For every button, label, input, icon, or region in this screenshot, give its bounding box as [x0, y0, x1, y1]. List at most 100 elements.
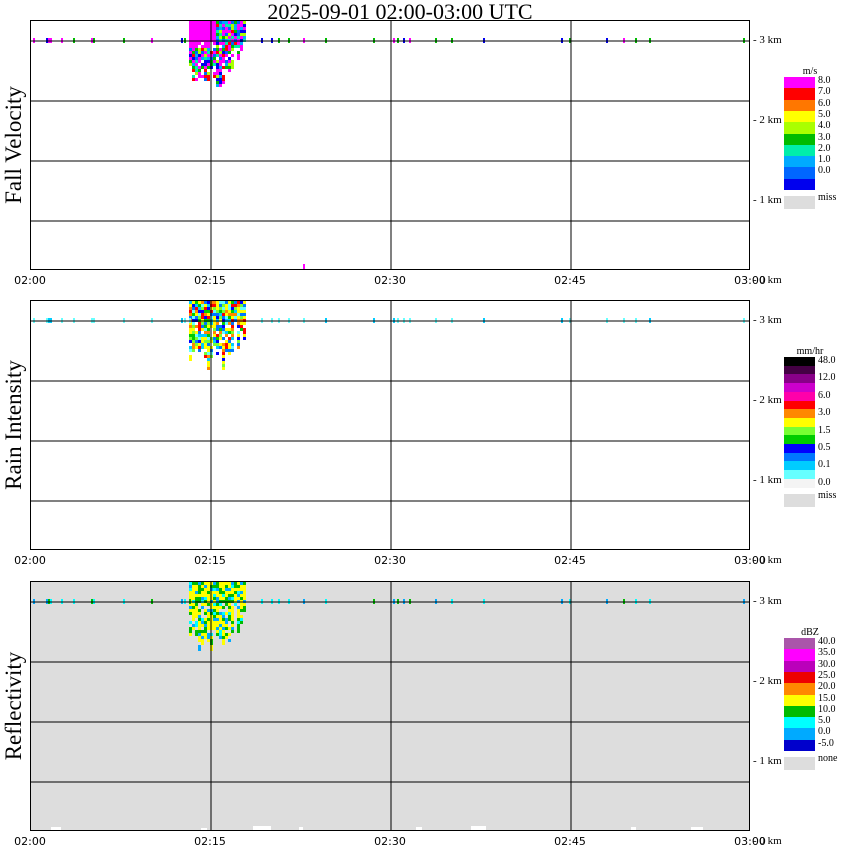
data-cell: [195, 63, 198, 66]
data-cell: [198, 597, 201, 600]
data-cell: [192, 66, 195, 69]
data-cell: [195, 615, 198, 618]
data-cell: [189, 48, 192, 51]
data-cell: [192, 78, 195, 81]
data-cell: [231, 624, 234, 627]
data-cell: [240, 304, 243, 307]
data-cell: [204, 316, 207, 319]
data-cell: [207, 349, 210, 352]
data-cell: [216, 615, 219, 618]
data-cell: [201, 340, 204, 343]
x-tick-label: 02:15: [194, 835, 226, 848]
x-tick-label: 02:15: [194, 274, 226, 287]
data-cell: [228, 352, 231, 355]
data-cell: [213, 21, 216, 24]
data-cell: [234, 21, 237, 24]
data-cell: [231, 331, 234, 334]
data-cell: [222, 349, 225, 352]
y-tick-label: - 2 km: [753, 394, 782, 406]
data-cell: [222, 78, 225, 81]
data-cell: [222, 352, 225, 355]
data-cell: [228, 48, 231, 51]
data-cell: [207, 72, 210, 75]
data-cell: [195, 42, 198, 45]
data-cell: [204, 36, 207, 39]
data-cell: [207, 594, 210, 597]
data-cell: [192, 603, 195, 606]
data-cell: [201, 636, 204, 639]
data-cell: [231, 343, 234, 346]
x-tick-label: 02:45: [554, 274, 586, 287]
x-tick-label: 02:00: [14, 835, 46, 848]
data-cell: [216, 313, 219, 316]
colorbar-label: 6.0: [818, 389, 831, 401]
data-cell: [225, 603, 228, 606]
data-cell: [198, 27, 201, 30]
data-cell: [219, 36, 222, 39]
data-cell: [201, 591, 204, 594]
data-cell: [195, 45, 198, 48]
data-cell: [207, 48, 210, 51]
data-cell: [253, 826, 271, 830]
data-cell: [198, 310, 201, 313]
data-cell: [216, 63, 219, 66]
data-cell: [204, 340, 207, 343]
data-cell: [201, 307, 204, 310]
data-cell: [631, 827, 636, 830]
data-cell: [198, 334, 201, 337]
data-cell: [198, 54, 201, 57]
data-cell: [204, 591, 207, 594]
data-cell: [192, 51, 195, 54]
data-cell: [234, 591, 237, 594]
data-cell: [198, 328, 201, 331]
data-cell: [213, 313, 216, 316]
data-cell: [207, 78, 210, 81]
data-cell: [240, 603, 243, 606]
data-cell: [240, 328, 243, 331]
data-cell: [228, 328, 231, 331]
data-cell: [213, 603, 216, 606]
data-cell: [198, 307, 201, 310]
data-cell: [216, 627, 219, 630]
data-cell: [198, 36, 201, 39]
data-cell: [234, 36, 237, 39]
data-cell: [222, 591, 225, 594]
data-cell: [213, 33, 216, 36]
data-cell: [228, 582, 231, 585]
data-cell: [237, 313, 240, 316]
data-cell: [243, 301, 246, 304]
data-cell: [216, 78, 219, 81]
data-cell: [240, 42, 243, 45]
data-cell: [204, 21, 207, 24]
colorbar-label: 7.0: [818, 86, 831, 98]
data-cell: [219, 307, 222, 310]
data-cell: [204, 57, 207, 60]
data-cell: [219, 331, 222, 334]
data-cell: [228, 42, 231, 45]
data-cell: [195, 340, 198, 343]
data-cell: [231, 30, 234, 33]
data-cell: [195, 594, 198, 597]
data-cell: [195, 304, 198, 307]
data-cell: [201, 585, 204, 588]
data-cell: [213, 594, 216, 597]
data-cell: [198, 301, 201, 304]
data-cell: [189, 340, 192, 343]
data-cell: [225, 594, 228, 597]
colorbar-swatch: [784, 88, 815, 101]
data-cell: [189, 627, 192, 630]
data-cell: [234, 42, 237, 45]
data-cell: [228, 606, 231, 609]
data-cell: [207, 337, 210, 340]
data-cell: [240, 307, 243, 310]
colorbar-swatch: [784, 683, 815, 695]
data-cell: [213, 60, 216, 63]
data-cell: [216, 51, 219, 54]
data-cell: [216, 621, 219, 624]
data-cell: [195, 307, 198, 310]
data-cell: [234, 27, 237, 30]
data-cell: [237, 322, 240, 325]
data-cell: [204, 51, 207, 54]
data-cell: [216, 346, 219, 349]
data-cell: [231, 612, 234, 615]
